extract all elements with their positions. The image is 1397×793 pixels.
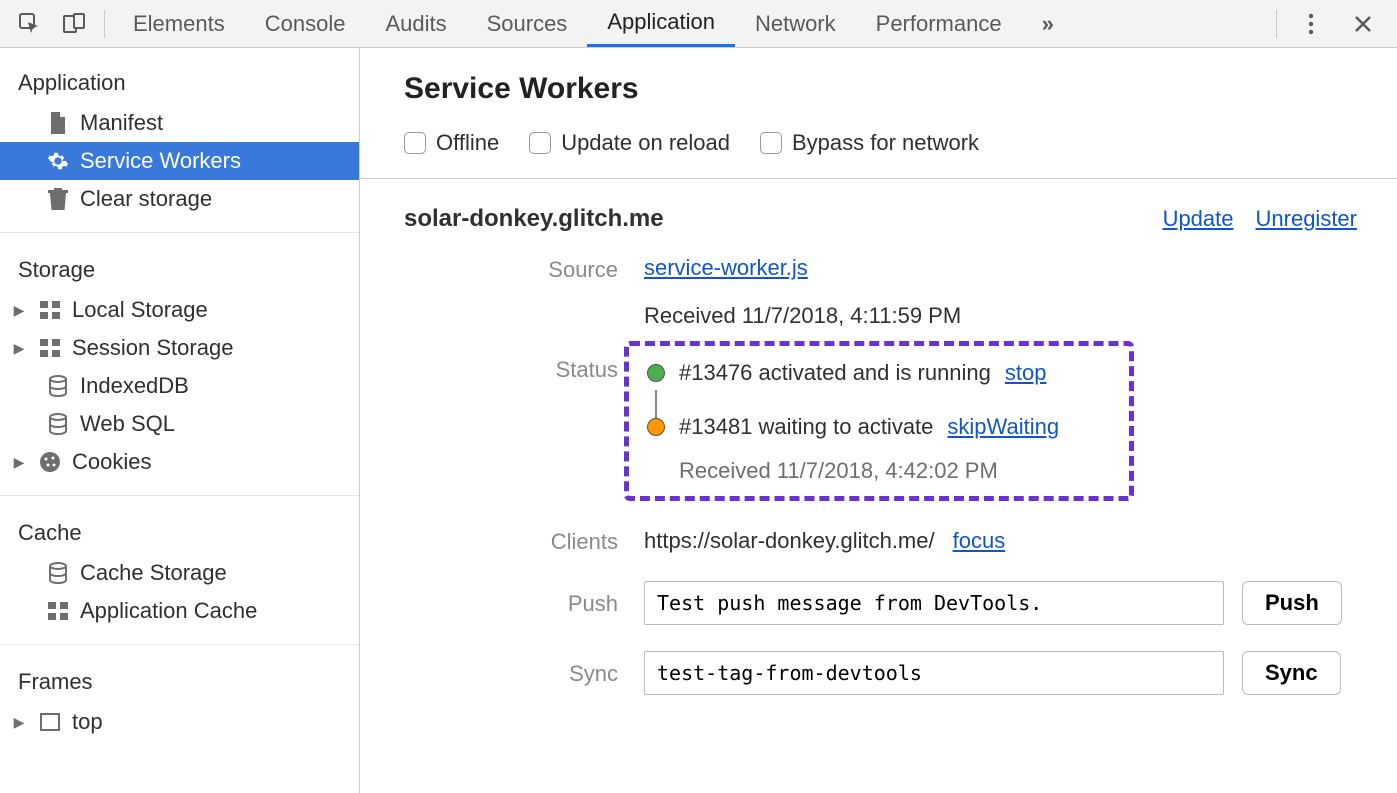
sidebar-item-label: Session Storage	[72, 335, 233, 361]
sw-origin: solar-donkey.glitch.me	[404, 205, 664, 233]
expand-icon[interactable]: ▶	[12, 714, 26, 731]
database-icon	[46, 562, 70, 584]
database-icon	[46, 375, 70, 397]
frame-icon	[38, 713, 62, 731]
source-script-link[interactable]: service-worker.js	[644, 255, 808, 280]
sidebar-item-session-storage[interactable]: ▶ Session Storage	[0, 329, 359, 367]
tab-application[interactable]: Application	[587, 0, 735, 47]
application-sidebar: Application Manifest Service Workers Cle…	[0, 48, 360, 793]
cookie-icon	[38, 451, 62, 473]
tab-elements[interactable]: Elements	[113, 0, 245, 47]
devtools-toolbar: Elements Console Audits Sources Applicat…	[0, 0, 1397, 48]
close-icon[interactable]	[1347, 8, 1379, 40]
unregister-link[interactable]: Unregister	[1256, 206, 1357, 232]
sidebar-item-label: Manifest	[80, 110, 163, 136]
grid-icon	[46, 602, 70, 620]
status-active-text: #13476 activated and is running	[679, 360, 991, 386]
sidebar-item-websql[interactable]: Web SQL	[0, 405, 359, 443]
panel-title: Service Workers	[404, 72, 1357, 106]
sidebar-item-indexeddb[interactable]: IndexedDB	[0, 367, 359, 405]
update-on-reload-checkbox[interactable]: Update on reload	[529, 130, 730, 156]
tab-audits[interactable]: Audits	[365, 0, 466, 47]
sidebar-section-cache: Cache	[0, 510, 359, 554]
expand-icon[interactable]: ▶	[12, 454, 26, 471]
sidebar-item-top-frame[interactable]: ▶ top	[0, 703, 359, 741]
gear-icon	[46, 150, 70, 172]
push-label: Push	[404, 581, 624, 625]
bypass-checkbox[interactable]: Bypass for network	[760, 130, 979, 156]
focus-link[interactable]: focus	[953, 528, 1006, 554]
sw-options: Offline Update on reload Bypass for netw…	[360, 130, 1397, 179]
sidebar-item-cache-storage[interactable]: Cache Storage	[0, 554, 359, 592]
status-label: Status	[404, 355, 624, 501]
sidebar-section-frames: Frames	[0, 659, 359, 703]
expand-icon[interactable]: ▶	[12, 340, 26, 357]
skipwaiting-link[interactable]: skipWaiting	[947, 414, 1059, 440]
grid-icon	[38, 301, 62, 319]
sidebar-item-label: Cache Storage	[80, 560, 227, 586]
source-label: Source	[404, 255, 624, 329]
status-waiting-text: #13481 waiting to activate	[679, 414, 933, 440]
tab-performance[interactable]: Performance	[856, 0, 1022, 47]
tab-console[interactable]: Console	[245, 0, 366, 47]
sidebar-item-label: Application Cache	[80, 598, 257, 624]
sidebar-item-label: Service Workers	[80, 148, 241, 174]
sidebar-item-label: IndexedDB	[80, 373, 189, 399]
tab-sources[interactable]: Sources	[467, 0, 588, 47]
sidebar-item-clear-storage[interactable]: Clear storage	[0, 180, 359, 218]
separator	[1276, 10, 1277, 38]
stop-link[interactable]: stop	[1005, 360, 1047, 386]
status-waiting-received: Received 11/7/2018, 4:42:02 PM	[679, 458, 1111, 484]
sidebar-item-label: Clear storage	[80, 186, 212, 212]
status-box: #13476 activated and is running stop #13…	[624, 341, 1134, 501]
sidebar-section-application: Application	[0, 60, 359, 104]
clients-label: Clients	[404, 527, 624, 555]
status-dot-waiting-icon	[647, 418, 665, 436]
device-toggle-icon[interactable]	[58, 8, 90, 40]
offline-checkbox[interactable]: Offline	[404, 130, 499, 156]
sidebar-section-storage: Storage	[0, 247, 359, 291]
database-icon	[46, 413, 70, 435]
panel-tabs: Elements Console Audits Sources Applicat…	[113, 0, 1268, 47]
document-icon	[46, 112, 70, 134]
service-workers-panel: Service Workers Offline Update on reload…	[360, 48, 1397, 793]
sync-button[interactable]: Sync	[1242, 651, 1341, 695]
grid-icon	[38, 339, 62, 357]
tab-network[interactable]: Network	[735, 0, 856, 47]
sidebar-item-cookies[interactable]: ▶ Cookies	[0, 443, 359, 481]
tab-more[interactable]: »	[1022, 0, 1074, 47]
sidebar-item-local-storage[interactable]: ▶ Local Storage	[0, 291, 359, 329]
push-button[interactable]: Push	[1242, 581, 1342, 625]
client-url: https://solar-donkey.glitch.me/	[644, 528, 935, 554]
trash-icon	[46, 188, 70, 210]
sync-input[interactable]	[644, 651, 1224, 695]
sidebar-item-label: Cookies	[72, 449, 151, 475]
sync-label: Sync	[404, 651, 624, 695]
sidebar-item-label: top	[72, 709, 103, 735]
expand-icon[interactable]: ▶	[12, 302, 26, 319]
push-input[interactable]	[644, 581, 1224, 625]
kebab-menu-icon[interactable]	[1295, 8, 1327, 40]
sidebar-item-label: Web SQL	[80, 411, 175, 437]
inspect-icon[interactable]	[14, 8, 46, 40]
update-link[interactable]: Update	[1163, 206, 1234, 232]
sidebar-item-service-workers[interactable]: Service Workers	[0, 142, 359, 180]
sidebar-item-label: Local Storage	[72, 297, 208, 323]
source-received: Received 11/7/2018, 4:11:59 PM	[644, 303, 1357, 329]
sidebar-item-manifest[interactable]: Manifest	[0, 104, 359, 142]
status-dot-active-icon	[647, 364, 665, 382]
separator	[104, 10, 105, 38]
sidebar-item-application-cache[interactable]: Application Cache	[0, 592, 359, 630]
